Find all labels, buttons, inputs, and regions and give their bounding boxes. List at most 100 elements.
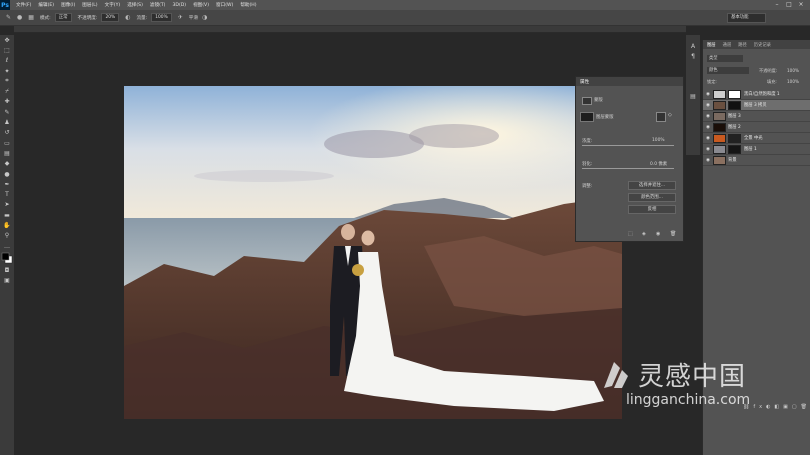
eye-icon[interactable]: ◉ [703, 158, 713, 163]
brush-panel-icon[interactable]: ▦ [28, 14, 34, 21]
quick-mask-icon[interactable]: ◘ [0, 265, 14, 275]
pixel-mask-icon[interactable] [656, 112, 666, 122]
pressure-opacity-icon[interactable]: ◐ [125, 14, 130, 21]
dodge-icon[interactable]: ● [0, 169, 14, 179]
layer-thumbnail[interactable] [713, 111, 726, 121]
healing-brush-icon[interactable]: ✚ [0, 97, 14, 107]
menu-bar: Ps 文件(F) 编辑(E) 图像(I) 图层(L) 文字(Y) 选择(S) 滤… [0, 0, 810, 10]
menu-3d[interactable]: 3D(D) [172, 3, 186, 8]
layer-thumbnail[interactable] [713, 89, 726, 99]
fill-value[interactable]: 100% [787, 79, 799, 84]
layer-thumbnail[interactable] [713, 133, 726, 143]
airbrush-icon[interactable]: ✈ [178, 14, 183, 21]
blur-icon[interactable]: ◆ [0, 159, 14, 169]
zoom-tool-icon[interactable]: ⚲ [0, 231, 14, 241]
menu-type[interactable]: 文字(Y) [105, 2, 121, 8]
menu-help[interactable]: 帮助(H) [240, 2, 256, 8]
menu-window[interactable]: 窗口(W) [216, 2, 233, 8]
properties-panel-icon[interactable]: ▤ [686, 92, 700, 102]
vector-mask-icon[interactable]: ◇ [668, 112, 676, 120]
opacity-field[interactable]: 20% [101, 13, 120, 22]
menu-view[interactable]: 视图(V) [193, 2, 209, 8]
marquee-tool-icon[interactable]: ⬚ [0, 45, 14, 55]
more-tools-icon[interactable]: … [0, 241, 14, 251]
workspace-switcher[interactable]: 基本功能 [727, 13, 766, 23]
color-range-button[interactable]: 颜色范围... [628, 193, 676, 202]
eye-icon[interactable]: ◉ [703, 147, 713, 152]
clone-stamp-icon[interactable]: ♟ [0, 117, 14, 127]
layer-thumbnail[interactable] [713, 100, 726, 110]
layer-mask-thumbnail[interactable] [728, 144, 741, 154]
type-tool-icon[interactable]: T [0, 189, 14, 199]
layer-mask-thumbnail[interactable] [728, 89, 741, 99]
feather-value[interactable]: 0.0 像素 [650, 161, 667, 167]
tab-paths[interactable]: 路径 [738, 42, 747, 48]
eye-icon[interactable]: ◉ [703, 125, 713, 130]
tab-channels[interactable]: 通道 [723, 42, 732, 48]
eraser-icon[interactable]: ▭ [0, 138, 14, 148]
maximize-icon[interactable]: □ [786, 1, 792, 8]
apply-mask-icon[interactable]: ◈ [642, 231, 646, 237]
density-value[interactable]: 100% [652, 138, 665, 143]
eye-icon[interactable]: ◉ [703, 103, 713, 108]
feather-slider[interactable] [582, 168, 674, 169]
document-canvas[interactable] [124, 86, 622, 419]
delete-mask-icon[interactable]: 🗑 [670, 231, 676, 237]
move-tool-icon[interactable]: ✥ [0, 35, 14, 45]
layer-mask-thumbnail[interactable] [728, 133, 741, 143]
layer-row[interactable]: ◉ 黑白/自然饱和度 1 [703, 89, 810, 100]
menu-edit[interactable]: 编辑(E) [38, 2, 54, 8]
brush-icon[interactable]: ✎ [0, 107, 14, 117]
layer-row[interactable]: ◉ 图层 1 [703, 144, 810, 155]
load-selection-icon[interactable]: ⬚ [628, 231, 633, 237]
invert-button[interactable]: 反相 [628, 205, 676, 214]
layer-row[interactable]: ◉ 图层 3 拷贝 [703, 100, 810, 111]
layer-mask-thumb[interactable] [580, 112, 594, 122]
history-brush-icon[interactable]: ↺ [0, 128, 14, 138]
paragraph-panel-icon[interactable]: ¶ [686, 51, 700, 61]
brush-tool-icon[interactable]: ✎ [6, 14, 11, 21]
eye-icon[interactable]: ◉ [703, 136, 713, 141]
layer-thumbnail[interactable] [713, 155, 726, 165]
color-swatches-icon[interactable] [0, 251, 14, 265]
hand-tool-icon[interactable]: ✋ [0, 220, 14, 230]
menu-filter[interactable]: 滤镜(T) [150, 2, 166, 8]
layer-filter-select[interactable]: 类型 [707, 55, 743, 62]
eyedropper-icon[interactable]: ⌿ [0, 86, 14, 96]
lasso-tool-icon[interactable]: ℓ [0, 56, 14, 66]
pen-tool-icon[interactable]: ✒ [0, 179, 14, 189]
flow-field[interactable]: 100% [151, 13, 172, 22]
menu-file[interactable]: 文件(F) [16, 2, 31, 8]
menu-select[interactable]: 选择(S) [127, 2, 143, 8]
mode-select[interactable]: 正常 [54, 13, 72, 22]
layer-row[interactable]: ◉ 全景 中光 [703, 133, 810, 144]
menu-layer[interactable]: 图层(L) [82, 2, 97, 8]
tab-layers[interactable]: 图层 [707, 42, 716, 48]
eye-icon[interactable]: ◉ [703, 92, 713, 97]
layer-mask-thumbnail[interactable] [728, 100, 741, 110]
select-and-mask-button[interactable]: 选择并遮住... [628, 181, 676, 190]
density-slider[interactable] [582, 145, 674, 146]
gradient-icon[interactable]: ▤ [0, 148, 14, 158]
layer-row[interactable]: ◉ 背景 [703, 155, 810, 166]
tab-history[interactable]: 历史记录 [754, 42, 771, 48]
layer-thumbnail[interactable] [713, 122, 726, 132]
eye-icon[interactable]: ◉ [703, 114, 713, 119]
menu-image[interactable]: 图像(I) [61, 2, 75, 8]
layer-row[interactable]: ◉ 图层 3 [703, 111, 810, 122]
layer-row[interactable]: ◉ 图层 2 [703, 122, 810, 133]
screen-mode-icon[interactable]: ▣ [0, 276, 14, 286]
layer-thumbnail[interactable] [713, 144, 726, 154]
crop-tool-icon[interactable]: ⌗ [0, 76, 14, 86]
blend-mode-select[interactable]: 颜色 [707, 67, 749, 74]
shape-tool-icon[interactable]: ▬ [0, 210, 14, 220]
visibility-icon[interactable]: ◉ [656, 231, 660, 237]
opacity-value[interactable]: 100% [787, 68, 799, 73]
quick-select-icon[interactable]: ✦ [0, 66, 14, 76]
pressure-size-icon[interactable]: ◑ [202, 14, 207, 21]
close-icon[interactable]: × [798, 1, 804, 8]
path-select-icon[interactable]: ➤ [0, 200, 14, 210]
brush-preset-icon[interactable]: ● [17, 14, 22, 21]
character-panel-icon[interactable]: A [686, 41, 700, 51]
minimize-icon[interactable]: – [774, 1, 780, 8]
